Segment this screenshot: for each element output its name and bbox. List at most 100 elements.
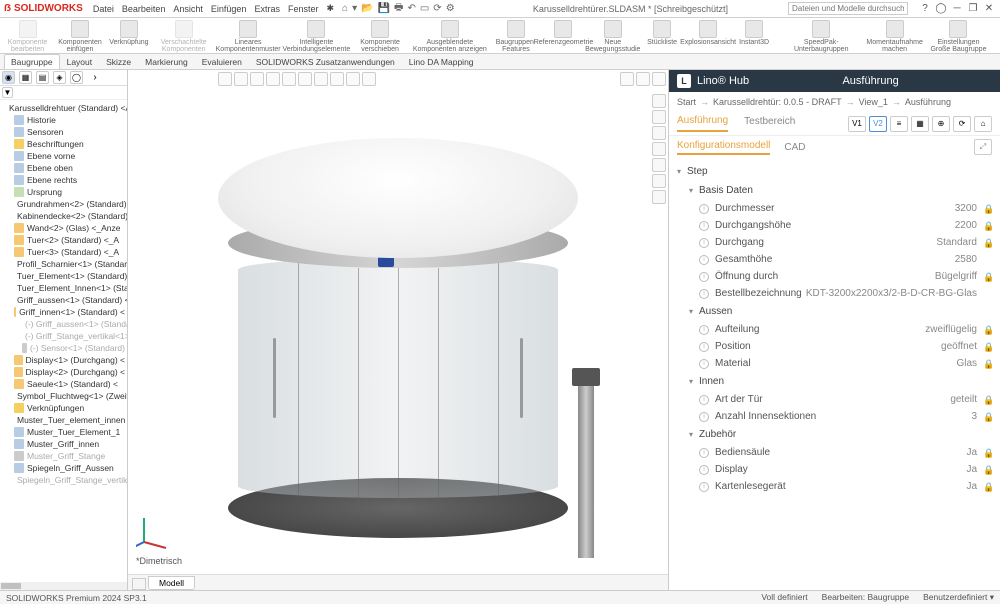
tree-item[interactable]: Display<1> (Durchgang) < <box>2 354 125 366</box>
view-orient-icon[interactable] <box>282 72 296 86</box>
user-icon[interactable]: ◯ <box>934 2 948 16</box>
lino-config-body[interactable]: ▾Step▾Basis DateniDurchmesser3200🔒iDurch… <box>669 158 1000 590</box>
info-icon[interactable]: i <box>699 289 709 299</box>
tab-konfigmodell[interactable]: Konfigurationsmodell <box>677 140 770 155</box>
edit-apperance-icon[interactable] <box>330 72 344 86</box>
group-aussen[interactable]: ▾Aussen <box>677 302 992 321</box>
ribbon-baugruppen-features[interactable]: Baugruppen-Features <box>494 20 537 53</box>
config-row[interactable]: iDurchgangshöhe2200🔒 <box>677 217 992 234</box>
new-icon[interactable]: ▾ <box>352 3 357 14</box>
apply-scene-icon[interactable] <box>346 72 360 86</box>
tree-root[interactable]: Karusselldrehtuer (Standard) <Anzeigest <box>2 102 125 114</box>
tree-item[interactable]: Muster_Griff_Stange <box>2 450 125 462</box>
config-row[interactable]: iMaterialGlas🔒 <box>677 355 992 372</box>
tree-tab-property-icon[interactable]: ▦ <box>19 71 32 84</box>
tree-tab-extra-icon[interactable]: ◯ <box>70 71 83 84</box>
ribbon-einstellungen-gro-e-baugruppe[interactable]: Einstellungen Große Baugruppe <box>927 20 990 53</box>
tree-item[interactable]: Wand<2> (Glas) <_Anze <box>2 222 125 234</box>
config-row[interactable]: iBediensäuleJa🔒 <box>677 444 992 461</box>
info-icon[interactable]: i <box>699 238 709 248</box>
tab-evaluieren[interactable]: Evaluieren <box>195 54 249 69</box>
ribbon-referenzgeometrie[interactable]: Referenzgeometrie <box>543 20 583 46</box>
config-row[interactable]: iPositiongeöffnet🔒 <box>677 338 992 355</box>
tab-skizze[interactable]: Skizze <box>99 54 138 69</box>
config-row[interactable]: iDurchgangStandard🔒 <box>677 234 992 251</box>
ribbon-lineares-komponentenmuster[interactable]: Lineares Komponentenmuster <box>219 20 278 53</box>
options-icon[interactable]: ⚙ <box>446 3 455 14</box>
ribbon-instant-d[interactable]: Instant3D <box>734 20 774 46</box>
tab-lino-da-mapping[interactable]: Lino DA Mapping <box>402 54 481 69</box>
ribbon-neue-bewegungsstudie[interactable]: Neue Bewegungsstudie <box>589 20 636 53</box>
rebuild-icon[interactable]: ⟳ <box>433 3 441 14</box>
tree-item[interactable]: Griff_innen<1> (Standard) < <box>2 306 125 318</box>
config-row[interactable]: iBestellbezeichnungKDT-3200x2200x3/2-B-D… <box>677 285 992 302</box>
tree-item[interactable]: Beschriftungen <box>2 138 125 150</box>
tree-item[interactable]: Tuer_Element_Innen<1> (Standard) <box>2 282 125 294</box>
tab-markierung[interactable]: Markierung <box>138 54 195 69</box>
taskpane-custom-icon[interactable] <box>652 158 666 172</box>
filter-icon[interactable]: ▼ <box>2 87 13 98</box>
refresh-icon[interactable]: ⟳ <box>953 116 971 132</box>
ribbon-momentaufnahme-machen[interactable]: Momentaufnahme machen <box>868 20 921 53</box>
tree-item[interactable]: Symbol_Fluchtweg<1> (Zweifach_R <box>2 390 125 402</box>
info-icon[interactable]: i <box>699 342 709 352</box>
tree-item[interactable]: Muster_Griff_innen <box>2 438 125 450</box>
add-icon[interactable]: ⊕ <box>932 116 950 132</box>
graphics-area[interactable]: *Dimetrisch <box>128 88 668 574</box>
menu-star[interactable]: ✱ <box>326 3 334 14</box>
info-icon[interactable]: i <box>699 482 709 492</box>
tab-ausfuehrung[interactable]: Ausführung <box>677 115 728 132</box>
tree-item[interactable]: Ebene vorne <box>2 150 125 162</box>
feature-tree[interactable]: Karusselldrehtuer (Standard) <Anzeigest … <box>0 100 127 582</box>
print-icon[interactable]: 🖶 <box>394 0 403 17</box>
config-row[interactable]: iGesamthöhe2580🔒 <box>677 251 992 268</box>
model-tab[interactable]: Modell <box>148 576 195 590</box>
taskpane-lino-icon[interactable] <box>652 190 666 204</box>
ribbon-ausgeblendete-komponenten-anzeigen[interactable]: Ausgeblendete Komponenten anzeigen <box>411 20 488 53</box>
crumb-start[interactable]: Start <box>677 97 696 107</box>
tree-item[interactable]: Ebene oben <box>2 162 125 174</box>
crumb-view[interactable]: View_1 <box>859 97 888 107</box>
tree-item[interactable]: Tuer<2> (Standard) <_A <box>2 234 125 246</box>
tree-item[interactable]: (-) Griff_Stange_vertikal<1> (Sta <box>2 330 125 342</box>
vp-min-icon[interactable] <box>620 72 634 86</box>
tree-item[interactable]: (-) Griff_aussen<1> (Standard) <box>2 318 125 330</box>
info-icon[interactable]: i <box>699 448 709 458</box>
ribbon-intelligente-verbindungselemente[interactable]: Intelligente Verbindungselemente <box>284 20 349 53</box>
tree-item[interactable]: Tuer_Element<1> (Standard) < <box>2 270 125 282</box>
tree-item[interactable]: Muster_Tuer_Element_1 <box>2 426 125 438</box>
select-icon[interactable]: ▭ <box>420 3 429 14</box>
display-style-icon[interactable] <box>298 72 312 86</box>
info-icon[interactable]: i <box>699 255 709 265</box>
config-expand-icon[interactable]: ⤢ <box>974 139 992 155</box>
crumb-doc[interactable]: Karusselldrehtür: 0.0.5 - DRAFT <box>713 97 842 107</box>
config-row[interactable]: iDurchmesser3200🔒 <box>677 200 992 217</box>
tree-item[interactable]: Historie <box>2 114 125 126</box>
tree-h-scrollbar[interactable] <box>0 582 127 590</box>
taskpane-appearance-icon[interactable] <box>652 142 666 156</box>
info-icon[interactable]: i <box>699 359 709 369</box>
config-row[interactable]: iArt der Türgeteilt🔒 <box>677 391 992 408</box>
minimize-icon[interactable]: ─ <box>950 2 964 16</box>
ribbon-komponente-verschieben[interactable]: Komponente verschieben <box>355 20 405 53</box>
group-innen[interactable]: ▾Innen <box>677 372 992 391</box>
tree-item[interactable]: Spiegeln_Griff_Stange_vertikal <box>2 474 125 486</box>
tree-item[interactable]: Ebene rechts <box>2 174 125 186</box>
tree-item[interactable]: Tuer<3> (Standard) <_A <box>2 246 125 258</box>
config-row[interactable]: iÖffnung durchBügelgriff🔒 <box>677 268 992 285</box>
menu-datei[interactable]: Datei <box>93 4 114 14</box>
info-icon[interactable]: i <box>699 221 709 231</box>
menu-bearbeiten[interactable]: Bearbeiten <box>122 4 166 14</box>
save-icon[interactable]: 💾 <box>378 3 390 14</box>
menu-ansicht[interactable]: Ansicht <box>173 4 203 14</box>
list-view-icon[interactable]: ≡ <box>890 116 908 132</box>
home-icon[interactable]: ⌂ <box>342 3 348 14</box>
tree-item[interactable]: Griff_aussen<1> (Standard) < <box>2 294 125 306</box>
tree-tab-display-icon[interactable]: ◈ <box>53 71 66 84</box>
zoom-fit-icon[interactable] <box>218 72 232 86</box>
tree-item[interactable]: Spiegeln_Griff_Aussen <box>2 462 125 474</box>
menu-einfuegen[interactable]: Einfügen <box>211 4 247 14</box>
prev-view-icon[interactable] <box>250 72 264 86</box>
ribbon-speedpak-unterbaugruppen-aktualisieren[interactable]: SpeedPak-Unterbaugruppen aktualisieren <box>780 20 862 54</box>
info-icon[interactable]: i <box>699 204 709 214</box>
